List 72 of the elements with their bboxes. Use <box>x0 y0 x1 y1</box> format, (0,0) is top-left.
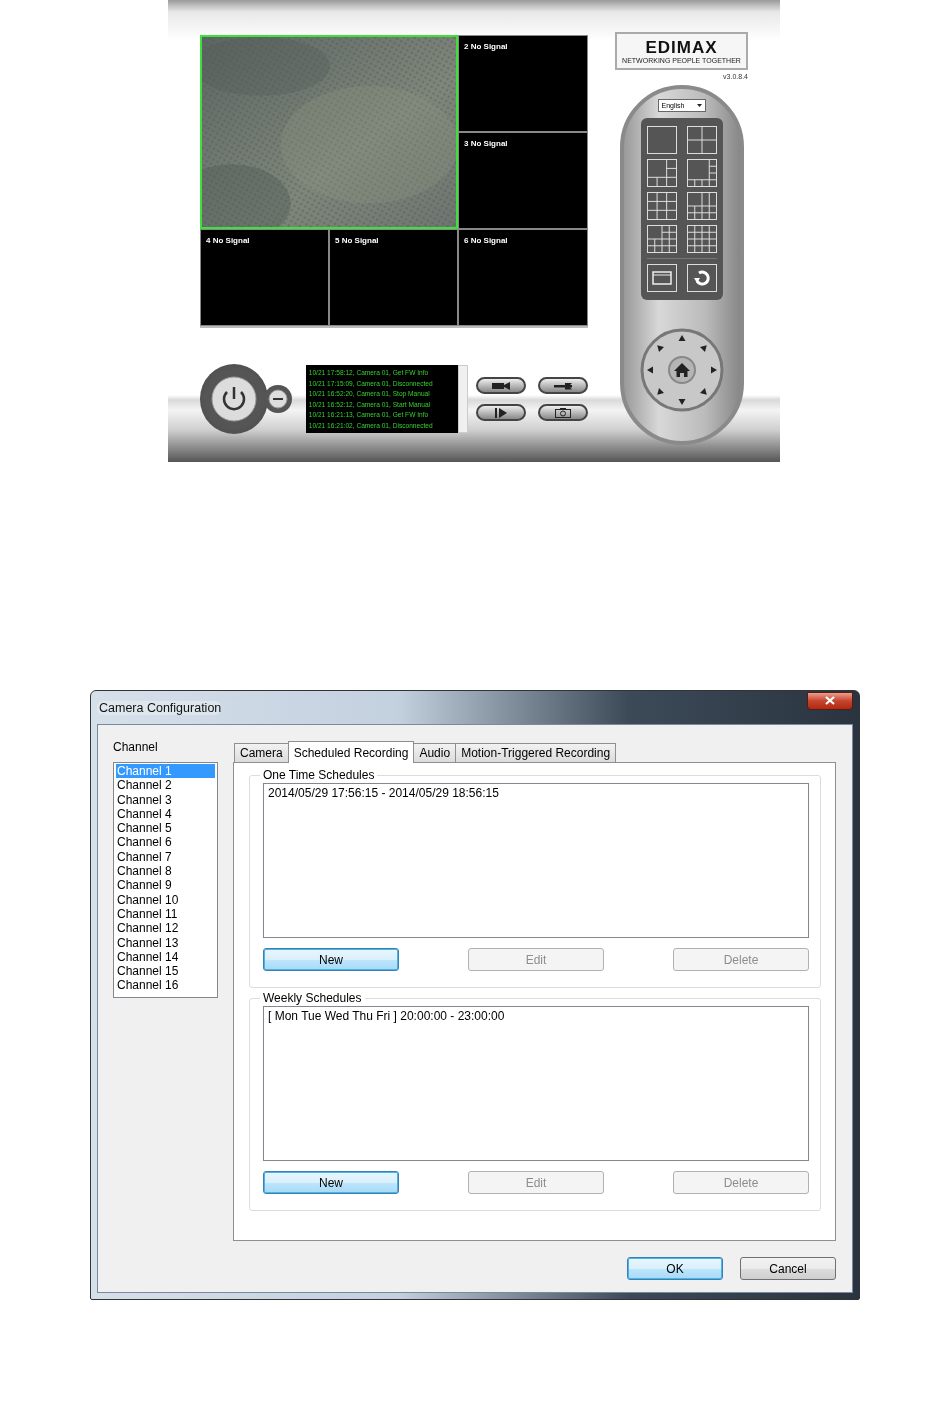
logo-text: EDIMAX <box>645 38 718 57</box>
channel-item[interactable]: Channel 14 <box>116 949 215 965</box>
channel-label: Channel <box>113 740 159 756</box>
dialog-button[interactable]: Cancel <box>740 1257 836 1280</box>
arrow-icon[interactable] <box>699 388 707 395</box>
group-title: Weekly Schedules <box>260 991 365 1006</box>
layout-button[interactable] <box>646 126 677 154</box>
channel-item[interactable]: Channel 3 <box>116 792 215 807</box>
arrow-icon[interactable] <box>646 366 653 374</box>
toolbar-button[interactable] <box>476 404 526 421</box>
channel-item[interactable]: Channel 6 <box>116 835 215 850</box>
video-cell[interactable]: 3 No Signal <box>458 132 588 229</box>
close-icon <box>825 696 835 705</box>
tab[interactable]: Audio <box>413 743 457 762</box>
arrow-icon[interactable] <box>678 335 685 341</box>
channel-label: 3 No Signal <box>464 139 508 148</box>
channel-item[interactable]: Channel 10 <box>116 892 215 907</box>
wrench-icon <box>554 381 572 390</box>
tab[interactable]: Camera <box>234 743 289 762</box>
power-icon <box>211 376 258 422</box>
arrow-icon[interactable] <box>699 345 707 352</box>
arrow-icon[interactable] <box>656 345 664 352</box>
layout-button[interactable] <box>646 159 677 187</box>
toolbar-button[interactable] <box>538 404 588 421</box>
layout-button[interactable] <box>686 126 717 154</box>
channel-label: 2 No Signal <box>464 42 508 51</box>
channel-item[interactable]: Channel 9 <box>116 878 215 893</box>
layout-button[interactable] <box>686 192 717 220</box>
minimize-button[interactable] <box>264 385 292 413</box>
layout-button[interactable] <box>686 225 717 253</box>
arrow-icon[interactable] <box>710 366 717 374</box>
window-title: Camera Configuration <box>97 700 222 715</box>
action-button[interactable]: New <box>263 948 399 971</box>
channel-item[interactable]: Channel 13 <box>116 935 215 950</box>
channel-item[interactable]: Channel 16 <box>116 978 215 993</box>
layout-button[interactable] <box>646 192 677 220</box>
channel-item[interactable]: Channel 7 <box>116 849 215 865</box>
toolbar-button[interactable] <box>476 377 526 394</box>
action-button[interactable]: New <box>263 1171 399 1194</box>
fullscreen-button[interactable] <box>646 264 677 292</box>
caret-icon <box>696 104 702 107</box>
tab[interactable]: Scheduled Recording <box>287 741 415 763</box>
channel-item[interactable]: Channel 15 <box>116 964 215 979</box>
channel-item[interactable]: Channel 11 <box>116 906 215 922</box>
video-cell[interactable]: 4 No Signal <box>200 229 329 326</box>
channel-item[interactable]: Channel 4 <box>116 806 215 822</box>
arrow-icon[interactable] <box>656 388 664 395</box>
schedule-item[interactable]: 2014/05/29 17:56:15 - 2014/05/29 18:56:15 <box>268 786 804 801</box>
channel-item[interactable]: Channel 5 <box>116 821 215 836</box>
rotate-button[interactable] <box>686 264 717 292</box>
layout-button[interactable] <box>646 225 677 253</box>
layout-button[interactable] <box>686 159 717 187</box>
channel-label: 6 No Signal <box>464 236 508 245</box>
play-icon <box>495 407 507 418</box>
scrollbar[interactable] <box>458 365 468 433</box>
video-cell[interactable]: 5 No Signal <box>329 229 458 326</box>
video-camera-icon <box>492 381 510 390</box>
camera-icon <box>555 407 571 418</box>
toolbar-button[interactable] <box>538 377 588 394</box>
channel-label: 5 No Signal <box>335 236 379 245</box>
arrow-icon[interactable] <box>678 399 685 405</box>
channel-item[interactable]: Channel 12 <box>116 921 215 936</box>
close-button[interactable] <box>807 691 853 710</box>
tab[interactable]: Motion-Triggered Recording <box>455 743 617 762</box>
dialog-button[interactable]: OK <box>627 1257 723 1280</box>
schedule-item[interactable]: [ Mon Tue Wed Thu Fri ] 20:00:00 - 23:00:00 <box>268 1009 804 1024</box>
channel-item[interactable]: Channel 2 <box>116 778 215 793</box>
channel-label: 4 No Signal <box>206 236 250 245</box>
video-cell[interactable]: 6 No Signal <box>458 229 588 326</box>
minus-icon <box>268 389 289 409</box>
video-cell[interactable]: 2 No Signal <box>458 35 588 132</box>
channel-item[interactable]: Channel 8 <box>116 864 215 879</box>
